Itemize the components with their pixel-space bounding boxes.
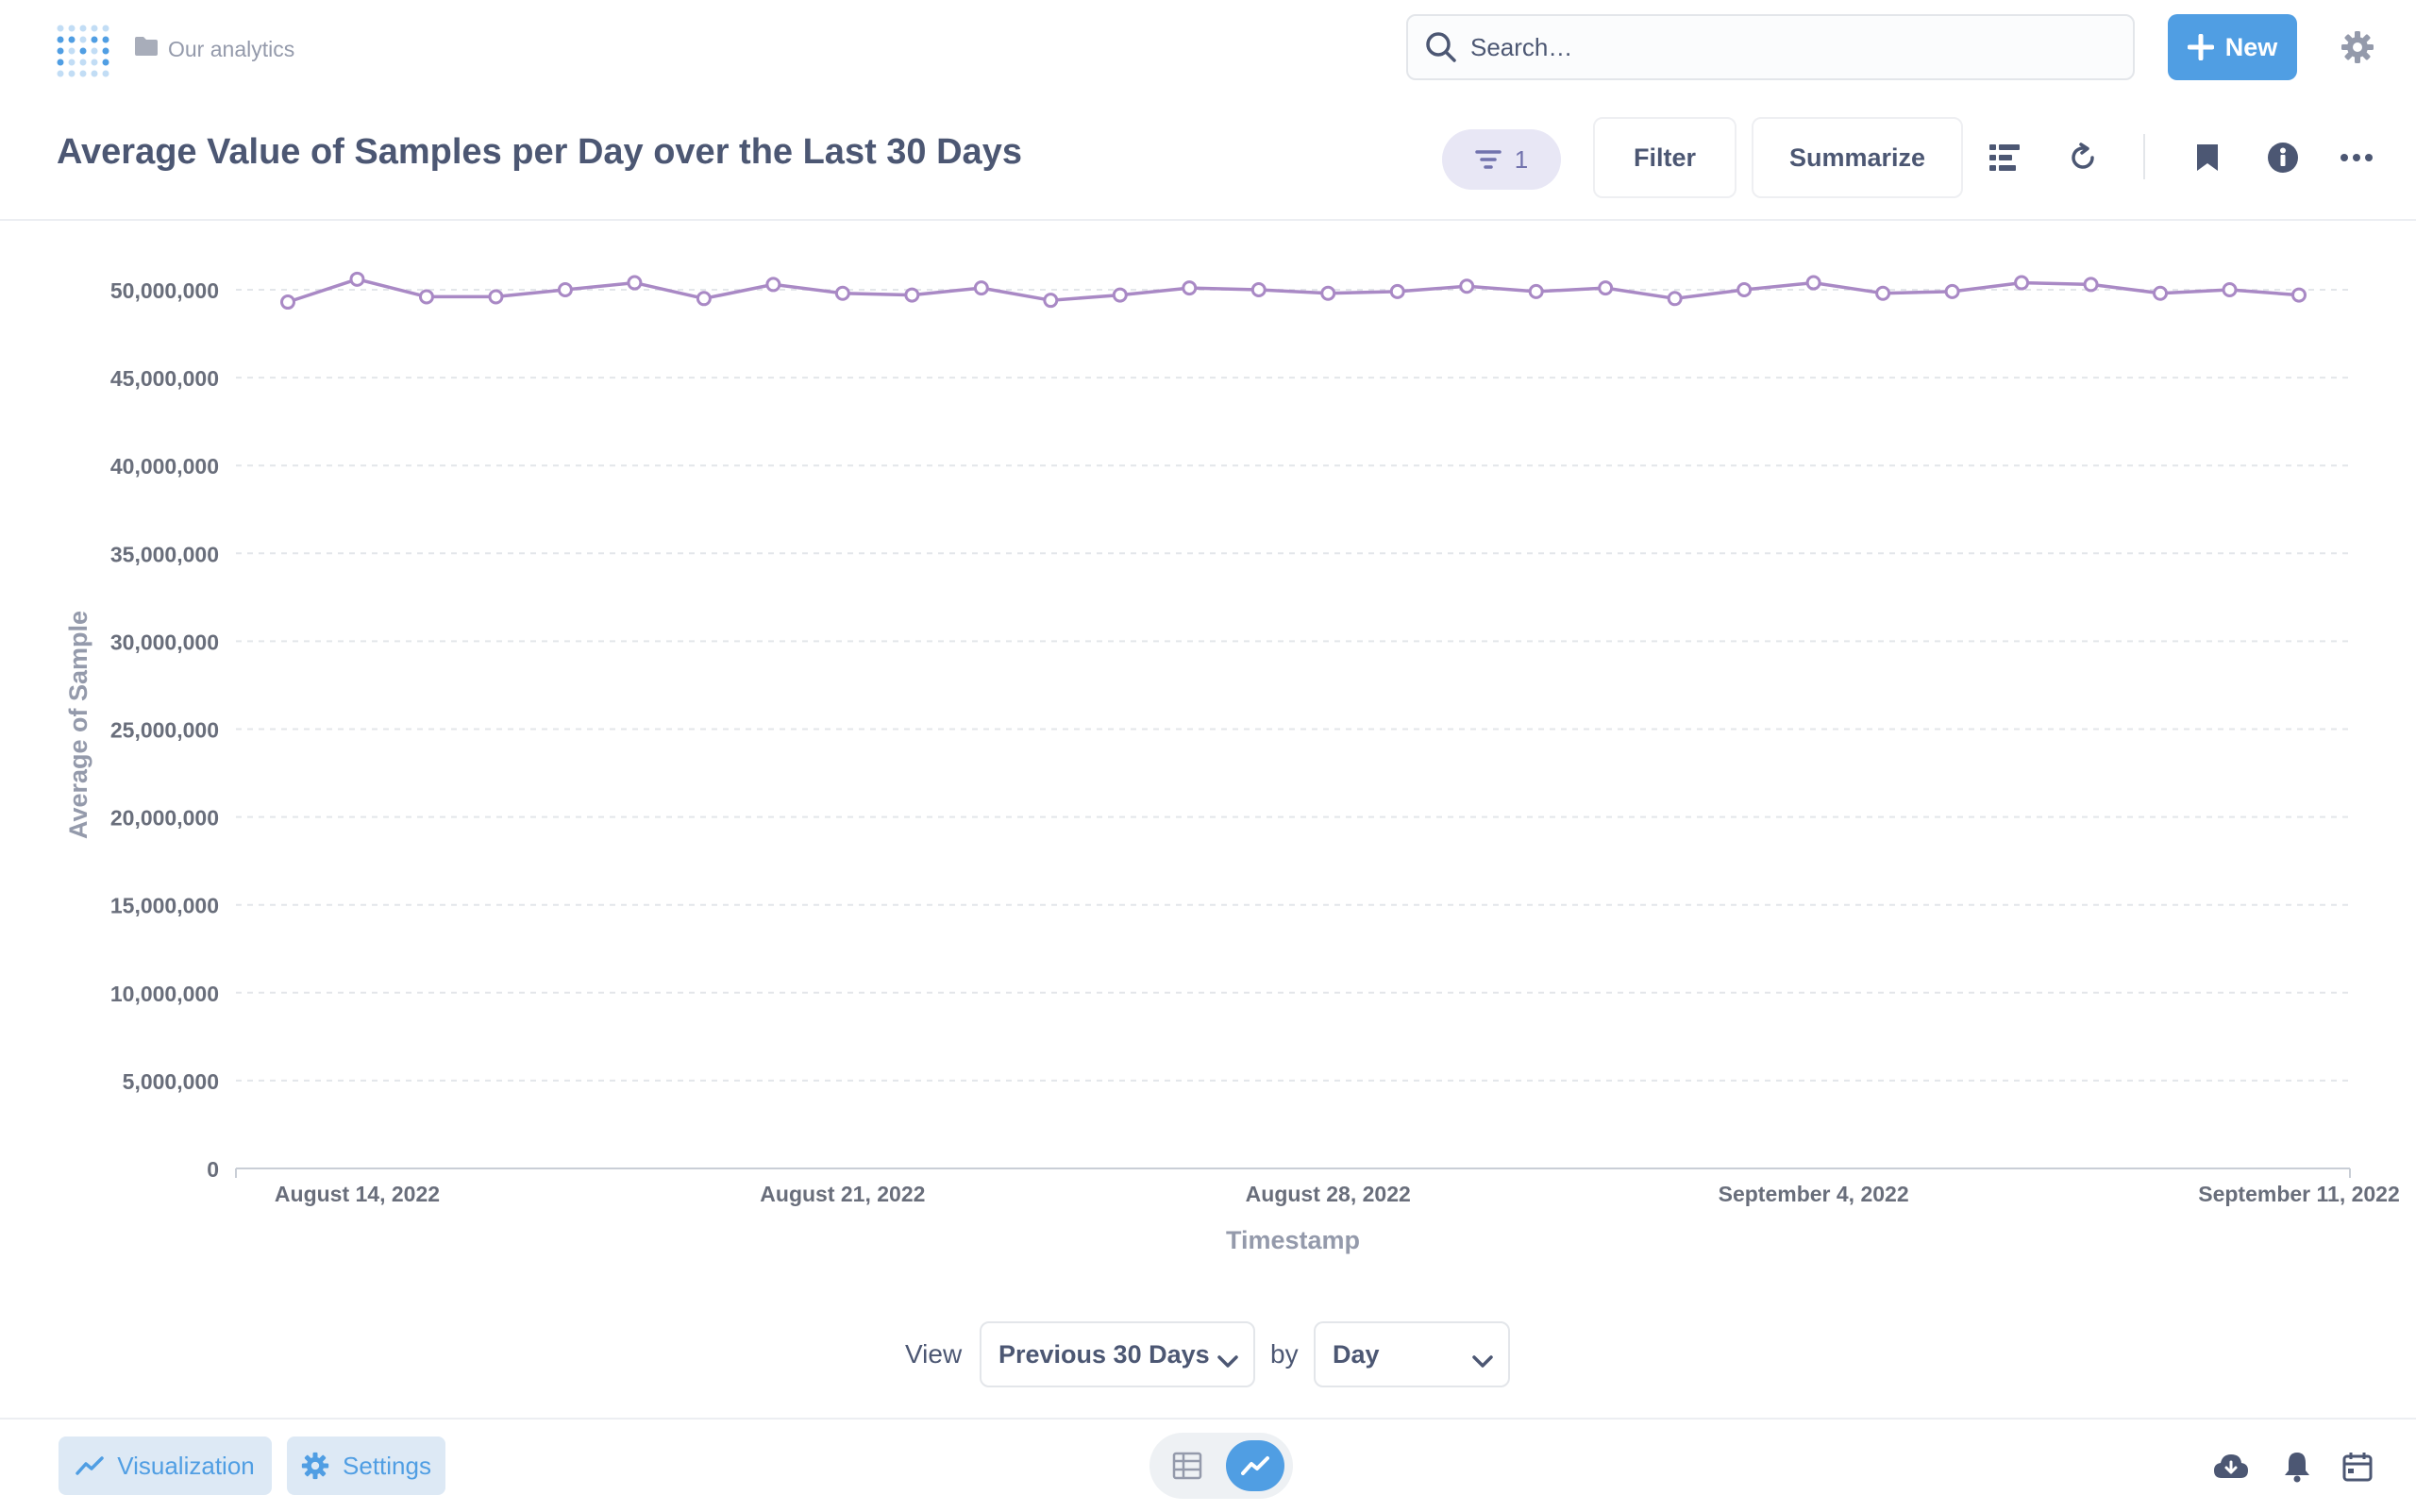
y-tick-label: 35,000,000 <box>110 542 219 566</box>
breadcrumb-collection[interactable]: Our analytics <box>168 37 294 62</box>
question-title[interactable]: Average Value of Samples per Day over th… <box>57 132 1022 173</box>
data-point <box>2083 277 2099 293</box>
data-point <box>1736 282 1753 297</box>
chevron-down-icon <box>1472 1346 1493 1375</box>
by-label: by <box>1270 1339 1299 1369</box>
filter-count-pill[interactable]: 1 <box>1442 129 1561 190</box>
data-point <box>488 289 504 305</box>
view-toggle[interactable] <box>1149 1433 1293 1499</box>
data-point <box>1182 280 1198 296</box>
line-chart-icon <box>1241 1455 1269 1476</box>
filter-button-label: Filter <box>1633 143 1696 172</box>
bell-icon[interactable] <box>2278 1448 2316 1486</box>
line-chart: 0 5,000,000 10,000,000 15,000,000 20,000,000… <box>64 271 2400 1254</box>
data-point <box>2153 285 2169 301</box>
plus-icon <box>2187 34 2214 60</box>
search-icon <box>1425 31 1457 63</box>
data-point <box>696 291 712 307</box>
breadcrumb[interactable]: Our analytics <box>134 34 294 64</box>
period-select-value: Previous 30 Days <box>998 1339 1210 1369</box>
view-label: View <box>905 1339 963 1369</box>
download-icon[interactable] <box>2210 1448 2252 1486</box>
data-point <box>2222 282 2238 297</box>
filter-icon <box>1475 149 1502 170</box>
new-button-label: New <box>2224 32 2278 61</box>
new-button[interactable]: New <box>2168 14 2297 80</box>
data-point <box>627 275 643 291</box>
x-tick-label: August 14, 2022 <box>275 1182 440 1206</box>
data-point <box>1667 291 1683 307</box>
x-tick-label: August 21, 2022 <box>760 1182 925 1206</box>
x-axis-title: Timestamp <box>1226 1226 1360 1254</box>
filter-button[interactable]: Filter <box>1593 117 1736 198</box>
granularity-select[interactable]: Day <box>1314 1321 1510 1387</box>
data-point <box>557 282 573 297</box>
folder-icon <box>134 36 159 62</box>
x-tick-label: September 11, 2022 <box>2198 1182 2400 1206</box>
calendar-icon[interactable] <box>2339 1448 2376 1486</box>
data-point <box>1389 283 1405 299</box>
settings-label: Settings <box>343 1451 431 1480</box>
line-chart-icon <box>76 1455 104 1476</box>
data-point <box>1944 283 1960 299</box>
summarize-button-label: Summarize <box>1788 143 1926 172</box>
y-tick-label: 5,000,000 <box>123 1069 219 1094</box>
filter-count: 1 <box>1514 144 1529 174</box>
x-tick-label: September 4, 2022 <box>1719 1182 1909 1206</box>
refresh-icon[interactable] <box>2063 138 2103 177</box>
data-point <box>834 285 850 301</box>
data-point <box>1112 287 1128 303</box>
y-tick-label: 25,000,000 <box>110 718 219 743</box>
metabase-logo[interactable] <box>55 19 109 77</box>
bookmark-icon[interactable] <box>2188 138 2227 177</box>
settings-button[interactable]: Settings <box>287 1436 445 1495</box>
data-point <box>973 280 989 296</box>
granularity-select-value: Day <box>1333 1339 1380 1369</box>
y-tick-label: 10,000,000 <box>110 982 219 1006</box>
y-tick-label: 0 <box>207 1157 219 1182</box>
data-point <box>1320 285 1336 301</box>
summarize-button[interactable]: Summarize <box>1752 117 1963 198</box>
data-point <box>904 287 920 303</box>
chart-view-toggle[interactable] <box>1226 1440 1284 1491</box>
data-point <box>2014 275 2030 291</box>
list-icon[interactable] <box>1986 138 2025 177</box>
header-divider <box>2143 134 2145 179</box>
data-point <box>1598 280 1614 296</box>
y-tick-label: 20,000,000 <box>110 806 219 831</box>
table-icon <box>1172 1452 1202 1480</box>
y-tick-label: 45,000,000 <box>110 366 219 391</box>
data-point <box>1250 282 1267 297</box>
y-tick-label: 30,000,000 <box>110 630 219 654</box>
y-tick-label: 40,000,000 <box>110 454 219 479</box>
data-point <box>1875 285 1891 301</box>
footer-border <box>0 1418 2416 1420</box>
data-point <box>1459 278 1475 294</box>
table-view-toggle[interactable] <box>1158 1440 1216 1491</box>
search-input[interactable] <box>1468 31 2076 63</box>
data-point <box>1805 275 1821 291</box>
gear-icon <box>301 1452 329 1480</box>
y-tick-label: 50,000,000 <box>110 278 219 303</box>
settings-gear-icon[interactable] <box>2337 26 2378 68</box>
info-icon[interactable] <box>2263 138 2303 177</box>
visualization-label: Visualization <box>117 1451 255 1480</box>
chevron-down-icon <box>1217 1346 1238 1375</box>
x-tick-label: August 28, 2022 <box>1246 1182 1411 1206</box>
visualization-button[interactable]: Visualization <box>59 1436 272 1495</box>
y-axis-title: Average of Sample <box>64 611 92 839</box>
data-point <box>418 289 434 305</box>
y-tick-label: 15,000,000 <box>110 894 219 918</box>
data-point <box>349 271 365 287</box>
header-bottom-border <box>0 219 2416 221</box>
data-point <box>2291 287 2307 303</box>
period-select[interactable]: Previous 30 Days <box>980 1321 1255 1387</box>
data-point <box>765 277 781 293</box>
search-bar[interactable] <box>1406 14 2135 80</box>
data-point <box>280 294 295 311</box>
data-point <box>1528 283 1544 299</box>
data-point <box>1043 293 1059 309</box>
more-options-icon[interactable] <box>2337 138 2376 177</box>
